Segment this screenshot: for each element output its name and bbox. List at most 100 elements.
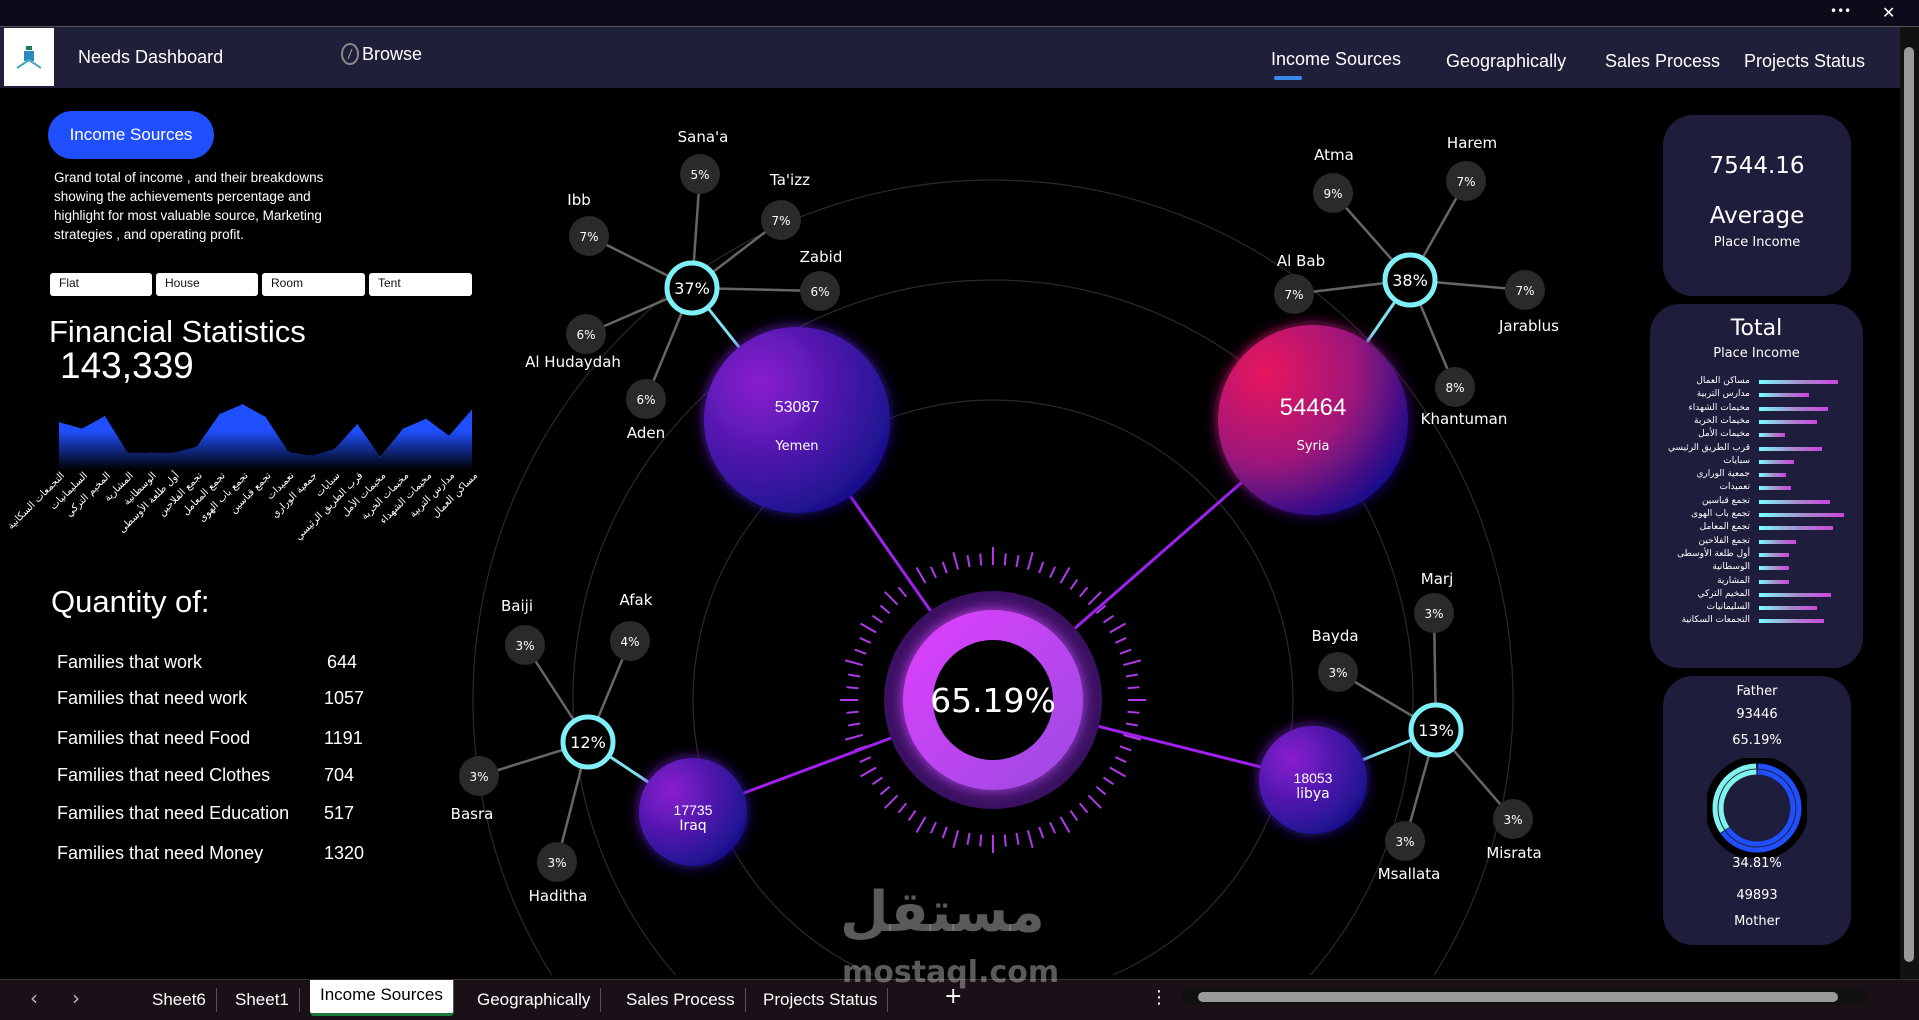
filter-room[interactable]: Room (262, 273, 365, 296)
area-point (127, 452, 129, 454)
region-name: Syria (1297, 439, 1330, 454)
region-bubble-yemen[interactable] (704, 327, 890, 513)
vertical-scrollbar[interactable] (1900, 27, 1919, 979)
watermark-arabic: مستقل (840, 880, 1045, 945)
place-income-bar (1759, 592, 1831, 597)
sheet-tab-sales-process[interactable]: Sales Process (616, 988, 746, 1012)
area-point (173, 452, 175, 454)
tick-mark (907, 810, 917, 821)
prev-sheet-button[interactable]: ‹ (30, 986, 38, 1010)
satellite-percent: 7% (1284, 288, 1303, 302)
tick-mark (1125, 722, 1138, 727)
tick-mark (1049, 566, 1057, 579)
tick-mark (1123, 659, 1142, 667)
tick-mark (1069, 810, 1079, 821)
sheet-tab-projects-status[interactable]: Projects Status (753, 988, 889, 1012)
sheet-tab-sheet6[interactable]: Sheet6 (142, 988, 217, 1012)
satellite-name: Jarablus (1498, 317, 1559, 335)
average-subtitle: Place Income (1713, 235, 1801, 250)
tick-mark (1049, 821, 1057, 834)
sheet-tab-sheet1[interactable]: Sheet1 (225, 988, 300, 1012)
area-point (265, 416, 266, 418)
satellite-name: Ibb (567, 191, 590, 209)
sheet-tab-geographically[interactable]: Geographically (467, 988, 602, 1012)
nav-sales-process[interactable]: Sales Process (1605, 51, 1720, 72)
place-name: تجمع باب الهوى (1691, 509, 1750, 519)
nav-income-sources[interactable]: Income Sources (1271, 49, 1401, 70)
total-title: Total (1730, 316, 1783, 341)
area-point (104, 415, 106, 417)
place-name: جمعية الوراري (1696, 469, 1750, 480)
income-sources-button[interactable]: Income Sources (48, 111, 214, 159)
region-value: 53087 (775, 399, 820, 416)
tick-mark (941, 826, 948, 839)
tick-mark (915, 816, 927, 834)
satellite-name: Msallata (1378, 865, 1441, 883)
place-income-bar (1759, 499, 1830, 504)
region-value: 17735 (674, 802, 713, 818)
place-name: تجمع الفلاحين (1698, 535, 1750, 546)
filter-tent[interactable]: Tent (369, 273, 472, 296)
quantity-value: 1320 (324, 843, 365, 863)
place-income-bar (1759, 473, 1787, 478)
place-income-bar (1759, 406, 1828, 411)
more-options-button[interactable]: ••• (1830, 4, 1851, 18)
tick-mark (1103, 614, 1114, 624)
total-subtitle: Place Income (1713, 346, 1800, 361)
satellite-name: Zabid (800, 248, 843, 266)
browse-button[interactable]: Browse (340, 42, 422, 66)
nav-projects-status[interactable]: Projects Status (1744, 51, 1865, 72)
place-income-row: مخيمات الشهداء (1650, 403, 1863, 416)
area-point (379, 456, 381, 458)
hub-percent: 37% (674, 279, 710, 298)
close-button[interactable]: ✕ (1882, 3, 1895, 22)
satellite-name: Atma (1314, 146, 1354, 164)
tick-mark (844, 733, 863, 741)
tick-mark (872, 614, 883, 624)
place-name: سبايات (1723, 455, 1750, 466)
nav-active-indicator (1274, 76, 1302, 80)
place-income-bar (1759, 619, 1825, 624)
tick-mark (952, 551, 960, 570)
mother-label: Mother (1734, 914, 1780, 929)
average-value: 7544.16 (1709, 153, 1805, 179)
place-income-row: قرب الطريق الرئيسي (1650, 443, 1863, 456)
place-income-row: مخيمات الأمل (1650, 429, 1863, 442)
sheet-options-button[interactable]: ⋮ (1150, 987, 1168, 1008)
area-point (81, 428, 83, 430)
tick-mark (872, 776, 883, 786)
sheet-tab-income-sources[interactable]: Income Sources (310, 980, 454, 1016)
place-income-bar (1759, 526, 1834, 531)
place-name: الوسطانية (1712, 562, 1750, 573)
filter-flat[interactable]: Flat (50, 273, 152, 296)
tick-mark (859, 766, 877, 778)
area-point (402, 428, 404, 430)
place-income-row: مخيمات الخربة (1650, 416, 1863, 429)
dashboard-title: Needs Dashboard (78, 47, 224, 67)
nav-geographically[interactable]: Geographically (1446, 51, 1566, 72)
vertical-scroll-thumb[interactable] (1904, 47, 1914, 962)
quantity-label: Families that need Money (57, 843, 264, 863)
average-title: Average (1709, 203, 1805, 229)
place-income-row: أول طلعة الأوسطى (1650, 549, 1863, 562)
place-name: المشارية (1717, 575, 1750, 586)
place-name: مساكن العمال (1696, 376, 1750, 386)
quantity-value: 704 (324, 765, 355, 785)
place-income-bar (1759, 606, 1817, 611)
satellite-percent: 3% (469, 770, 488, 784)
tick-mark (1087, 794, 1102, 809)
satellite-percent: 6% (636, 393, 655, 407)
place-income-row: المشارية (1650, 576, 1863, 589)
next-sheet-button[interactable]: › (72, 986, 80, 1010)
horizontal-scroll-thumb[interactable] (1198, 992, 1838, 1002)
place-income-bar (1759, 380, 1839, 384)
place-name: مخيمات الخربة (1694, 415, 1750, 426)
total-panel: Total Place Income مساكن العمال مدارس الت… (1650, 304, 1863, 668)
parent-panel: Father 93446 65.19% 34.81% 49893 Mother (1663, 676, 1851, 945)
place-income-row: تجمع قباسين (1650, 496, 1863, 509)
horizontal-scrollbar[interactable] (1182, 989, 1867, 1005)
satellite-name: Haditha (529, 887, 588, 905)
region-name: Iraq (679, 818, 706, 834)
filter-house[interactable]: House (156, 273, 258, 296)
satellite-percent: 3% (1395, 835, 1414, 849)
